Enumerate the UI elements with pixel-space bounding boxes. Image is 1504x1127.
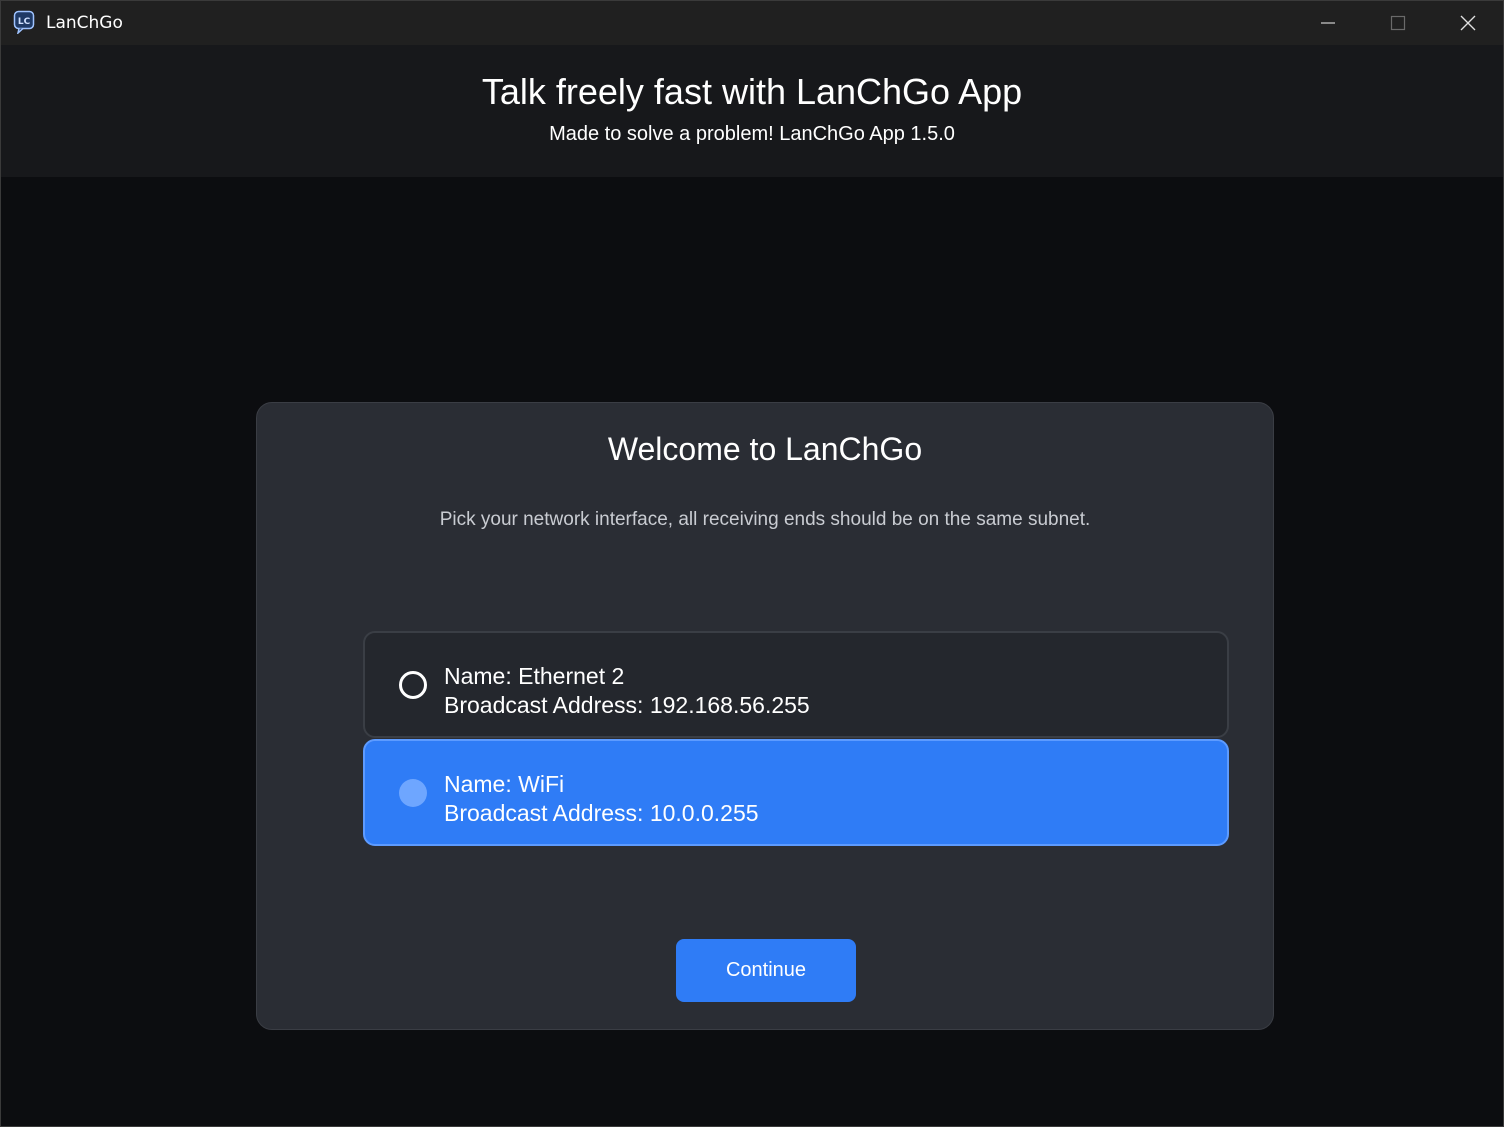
maximize-icon bbox=[1390, 15, 1406, 31]
title-bar[interactable]: LC LanChGo bbox=[1, 1, 1503, 45]
interface-name: Name: WiFi bbox=[444, 771, 565, 797]
network-option-ethernet-2[interactable]: Name: Ethernet 2 Broadcast Address: 192.… bbox=[363, 631, 1229, 738]
interface-broadcast-address: Broadcast Address: 192.168.56.255 bbox=[444, 692, 810, 718]
window-title: LanChGo bbox=[46, 13, 123, 33]
lanchgo-app-icon: LC bbox=[13, 10, 35, 34]
close-button[interactable] bbox=[1433, 1, 1503, 45]
maximize-button[interactable] bbox=[1363, 1, 1433, 45]
radio-selected-icon[interactable] bbox=[399, 779, 427, 807]
interface-name: Name: Ethernet 2 bbox=[444, 663, 625, 689]
network-option-wifi[interactable]: Name: WiFi Broadcast Address: 10.0.0.255 bbox=[363, 739, 1229, 846]
svg-text:LC: LC bbox=[18, 17, 31, 27]
header-subtitle: Made to solve a problem! LanChGo App 1.5… bbox=[549, 123, 955, 145]
interface-broadcast-address: Broadcast Address: 10.0.0.255 bbox=[444, 800, 759, 826]
app-header: Talk freely fast with LanChGo App Made t… bbox=[1, 45, 1503, 177]
header-title: Talk freely fast with LanChGo App bbox=[481, 71, 1023, 112]
close-icon bbox=[1460, 15, 1476, 31]
continue-button[interactable]: Continue bbox=[676, 939, 856, 1002]
minimize-button[interactable] bbox=[1293, 1, 1363, 45]
welcome-card: Welcome to LanChGo Pick your network int… bbox=[256, 402, 1274, 1030]
welcome-title: Welcome to LanChGo bbox=[607, 431, 923, 467]
app-window: LC LanChGo Talk freely fast with LanChGo… bbox=[0, 0, 1504, 1127]
radio-unselected-icon[interactable] bbox=[399, 671, 427, 699]
minimize-icon bbox=[1321, 22, 1335, 24]
welcome-description: Pick your network interface, all receivi… bbox=[439, 509, 1091, 530]
